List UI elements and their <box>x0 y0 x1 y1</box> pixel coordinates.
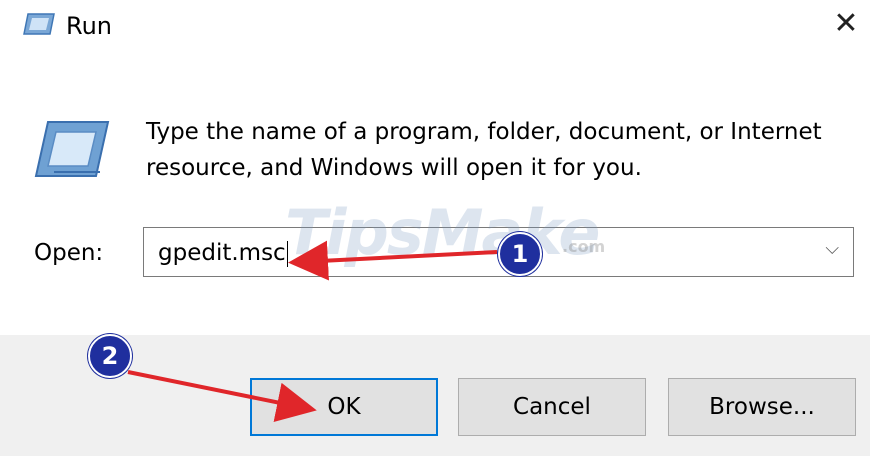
open-input-text: gpedit.msc <box>158 240 286 266</box>
chevron-down-icon[interactable]: ⌵ <box>825 238 839 259</box>
window-title: Run <box>66 12 113 40</box>
title-bar: Run ✕ <box>0 0 870 60</box>
run-icon <box>34 121 110 177</box>
close-icon: ✕ <box>833 6 859 41</box>
step-2-badge: 2 <box>88 334 132 378</box>
instruction-text: Type the name of a program, folder, docu… <box>146 119 822 181</box>
step-1-badge: 1 <box>498 232 542 276</box>
close-button[interactable]: ✕ <box>828 6 864 42</box>
browse-button[interactable]: Browse... <box>668 378 856 436</box>
run-app-icon <box>23 13 55 35</box>
watermark: TipsMake <box>285 196 600 269</box>
ok-button[interactable]: OK <box>250 378 438 436</box>
watermark-suffix: .com <box>562 237 606 256</box>
open-label: Open: <box>34 240 104 266</box>
cancel-button[interactable]: Cancel <box>458 378 646 436</box>
open-input[interactable]: gpedit.msc <box>158 240 288 267</box>
